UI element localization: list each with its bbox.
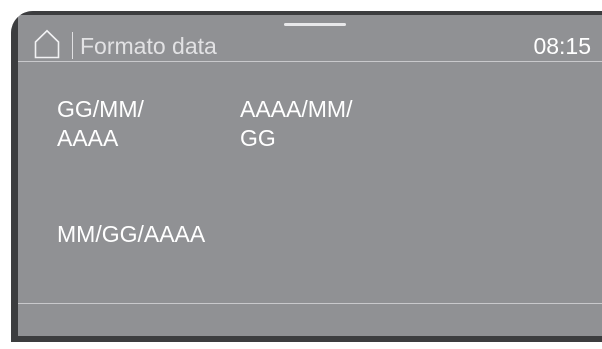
header-bar: Formato data 08:15	[18, 15, 602, 61]
option-label: GG/MM/ AAAA	[57, 96, 144, 151]
header-divider	[72, 32, 73, 59]
home-icon[interactable]	[34, 29, 60, 59]
date-format-option-yyyy-mm-dd[interactable]: AAAA/MM/ GG	[240, 95, 410, 153]
date-format-option-mm-dd-yyyy[interactable]: MM/GG/AAAA	[57, 220, 297, 249]
header-separator	[18, 61, 602, 62]
page-title: Formato data	[80, 33, 217, 59]
date-format-option-dd-mm-yyyy[interactable]: GG/MM/ AAAA	[57, 95, 197, 153]
display-screen: Formato data 08:15 GG/MM/ AAAA AAAA/MM/ …	[11, 11, 602, 342]
bezel-bottom	[11, 336, 602, 342]
footer-separator	[18, 303, 602, 304]
option-label: AAAA/MM/ GG	[240, 96, 353, 151]
option-label: MM/GG/AAAA	[57, 221, 206, 247]
bezel-left	[11, 11, 18, 342]
clock-time: 08:15	[533, 33, 591, 59]
